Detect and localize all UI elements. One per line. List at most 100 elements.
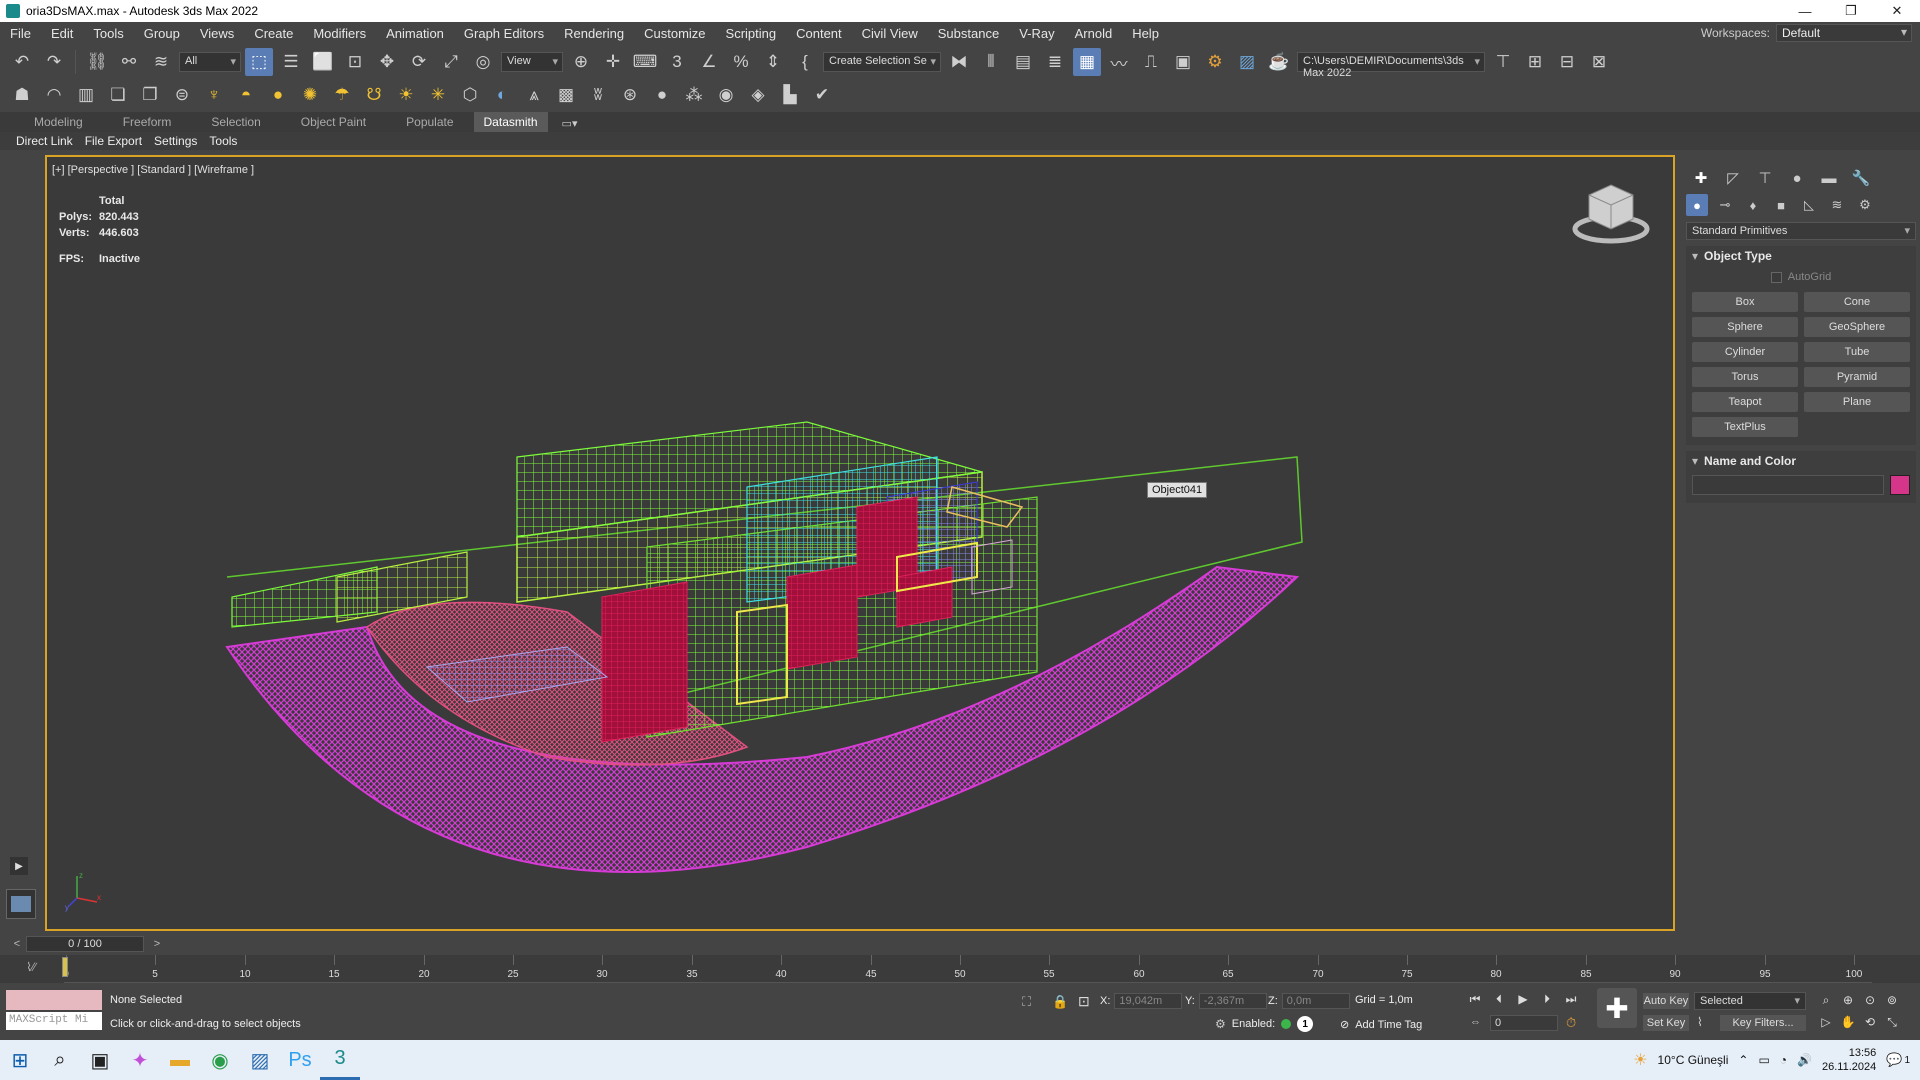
torus-button[interactable]: Torus <box>1692 367 1798 387</box>
material-picker-icon[interactable]: ◉ <box>712 81 740 109</box>
key-filters-button[interactable]: Key Filters... <box>1720 1015 1806 1031</box>
lock-selection-icon[interactable]: 🔒 <box>1052 994 1068 1010</box>
project-folder-icon[interactable]: ⊤ <box>1489 48 1517 76</box>
sun-disc-icon[interactable]: ● <box>264 81 292 109</box>
selection-filter-dropdown[interactable]: All <box>179 52 241 72</box>
sphere-button[interactable]: Sphere <box>1692 317 1798 337</box>
set-key-icon[interactable]: ✚ <box>1597 988 1637 1028</box>
material-editor2-icon[interactable]: ◈ <box>744 81 772 109</box>
mini-curve-editor-icon[interactable]: ⌇⁄∕ <box>6 957 56 977</box>
layer-explorer-icon[interactable]: ≣ <box>1041 48 1069 76</box>
cylinder-button[interactable]: Cylinder <box>1692 342 1798 362</box>
track-ruler[interactable]: 0510152025303540455055606570758085909510… <box>63 955 1872 983</box>
link-icon[interactable]: ⛓ <box>83 48 111 76</box>
notification-icon[interactable]: 💬 <box>1886 1052 1902 1068</box>
perspective-viewport[interactable]: [+] [Perspective ] [Standard ] [Wirefram… <box>45 155 1675 931</box>
menu-scripting[interactable]: Scripting <box>716 26 787 41</box>
light-omni-icon[interactable]: ♆ <box>200 81 228 109</box>
prev-frame-icon[interactable]: < <box>10 936 24 952</box>
time-config-icon[interactable]: ⏱ <box>1566 1015 1576 1031</box>
scene-explorer-icon[interactable]: ▤ <box>1009 48 1037 76</box>
3dsmax-taskbar-icon[interactable]: 3 <box>320 1040 360 1080</box>
copilot-icon[interactable]: ✦ <box>120 1040 160 1080</box>
arc-icon[interactable]: ◠ <box>40 81 68 109</box>
next-key-icon[interactable]: ⏵ <box>1538 990 1556 1008</box>
zoom-all-icon[interactable]: ⊕ <box>1840 992 1856 1008</box>
category-dropdown[interactable]: Standard Primitives <box>1686 222 1916 240</box>
tab-selection[interactable]: Selection <box>191 115 280 129</box>
enabled-indicator[interactable] <box>1281 1019 1292 1029</box>
auto-key-button[interactable]: Auto Key <box>1643 993 1689 1009</box>
file-explorer-icon[interactable]: ▬ <box>160 1040 200 1080</box>
plane-button[interactable]: Plane <box>1804 392 1910 412</box>
y-field[interactable]: -2,367m <box>1198 993 1267 1009</box>
viewcube[interactable] <box>1571 179 1651 249</box>
menu-group[interactable]: Group <box>134 26 190 41</box>
vray-vfb-icon[interactable]: ▙ <box>776 81 804 109</box>
subtab-settings[interactable]: Settings <box>148 134 203 148</box>
select-manipulate-icon[interactable]: ✛ <box>599 48 627 76</box>
render-setup-icon[interactable]: ⚙ <box>1201 48 1229 76</box>
zoom-icon[interactable]: ⌕ <box>1818 992 1834 1008</box>
battery-icon[interactable]: ▭ <box>1758 1053 1769 1067</box>
menu-vray[interactable]: V-Ray <box>1009 26 1064 41</box>
menu-tools[interactable]: Tools <box>83 26 133 41</box>
weather-text[interactable]: 10°C Güneşli <box>1658 1053 1729 1067</box>
sphere-light-icon[interactable]: ✺ <box>296 81 324 109</box>
unlink-icon[interactable]: ⚯ <box>115 48 143 76</box>
maxscript-mini-listener[interactable]: MAXScript Mi <box>6 1012 102 1030</box>
bind-spacewarp-icon[interactable]: ≋ <box>147 48 175 76</box>
undo-icon[interactable]: ↶ <box>8 48 36 76</box>
viewport-label[interactable]: [+] [Perspective ] [Standard ] [Wirefram… <box>52 164 254 176</box>
menu-views[interactable]: Views <box>190 26 244 41</box>
render-icon[interactable]: ☕ <box>1265 48 1293 76</box>
task-view-icon[interactable]: ▣ <box>80 1040 120 1080</box>
ambient-light-icon[interactable]: ✳ <box>424 81 452 109</box>
project-open-icon[interactable]: ⊞ <box>1521 48 1549 76</box>
move-icon[interactable]: ✥ <box>373 48 401 76</box>
material-editor-icon[interactable]: ▣ <box>1169 48 1197 76</box>
box-proxy-icon[interactable]: ⬡ <box>456 81 484 109</box>
material-library-icon[interactable]: ⁂ <box>680 81 708 109</box>
add-time-tag[interactable]: ⊘ Add Time Tag <box>1340 1018 1422 1032</box>
scale-icon[interactable]: ⤢ <box>437 48 465 76</box>
display-tab-icon[interactable]: ▬ <box>1816 166 1842 190</box>
placement-icon[interactable]: ◎ <box>469 48 497 76</box>
tube-button[interactable]: Tube <box>1804 342 1910 362</box>
pan-icon[interactable]: ✋ <box>1840 1014 1856 1030</box>
vray-proxy-icon[interactable]: ▩ <box>552 81 580 109</box>
color-swatch[interactable] <box>1890 475 1910 495</box>
maximize-icon[interactable]: ❐ <box>1828 0 1874 22</box>
spacewarps-icon[interactable]: ≋ <box>1826 194 1848 216</box>
teapot-button[interactable]: Teapot <box>1692 392 1798 412</box>
mirror-icon[interactable]: ⧓ <box>945 48 973 76</box>
name-and-color-title[interactable]: Name and Color <box>1686 451 1916 471</box>
volume-icon[interactable]: 🔊 <box>1797 1053 1812 1067</box>
key-mode-icon[interactable]: ⇔ <box>1470 1016 1481 1028</box>
expand-layout-icon[interactable]: ▶ <box>10 857 28 875</box>
tab-object-paint[interactable]: Object Paint <box>281 115 386 129</box>
next-frame-icon[interactable]: > <box>150 936 164 952</box>
lights-icon[interactable]: ♦ <box>1742 194 1764 216</box>
angle-snap-icon[interactable]: ∠ <box>695 48 723 76</box>
object-type-title[interactable]: Object Type <box>1686 246 1916 266</box>
weather-icon[interactable]: ☀ <box>1633 1050 1647 1070</box>
named-selection-icon[interactable]: { <box>791 48 819 76</box>
project-create-icon[interactable]: ⊟ <box>1553 48 1581 76</box>
chrome-icon[interactable]: ◉ <box>200 1040 240 1080</box>
hierarchy-tab-icon[interactable]: ⊤ <box>1752 166 1778 190</box>
project-settings-icon[interactable]: ⊠ <box>1585 48 1613 76</box>
menu-create[interactable]: Create <box>244 26 303 41</box>
keyboard-shortcut-icon[interactable]: ⌨ <box>631 48 659 76</box>
pyramid-button[interactable]: Pyramid <box>1804 367 1910 387</box>
rect-selection-icon[interactable]: ⬜ <box>309 48 337 76</box>
fur-icon[interactable]: ◐ <box>488 81 516 109</box>
menu-rendering[interactable]: Rendering <box>554 26 634 41</box>
orbit-icon[interactable]: ⟲ <box>1862 1014 1878 1030</box>
tab-datasmith[interactable]: Datasmith <box>473 112 548 132</box>
windows-start-icon[interactable]: ⊞ <box>0 1040 40 1080</box>
close-icon[interactable]: ✕ <box>1874 0 1920 22</box>
material-sphere-icon[interactable]: ● <box>648 81 676 109</box>
menu-arnold[interactable]: Arnold <box>1065 26 1123 41</box>
shapes-icon[interactable]: ⊸ <box>1714 194 1736 216</box>
